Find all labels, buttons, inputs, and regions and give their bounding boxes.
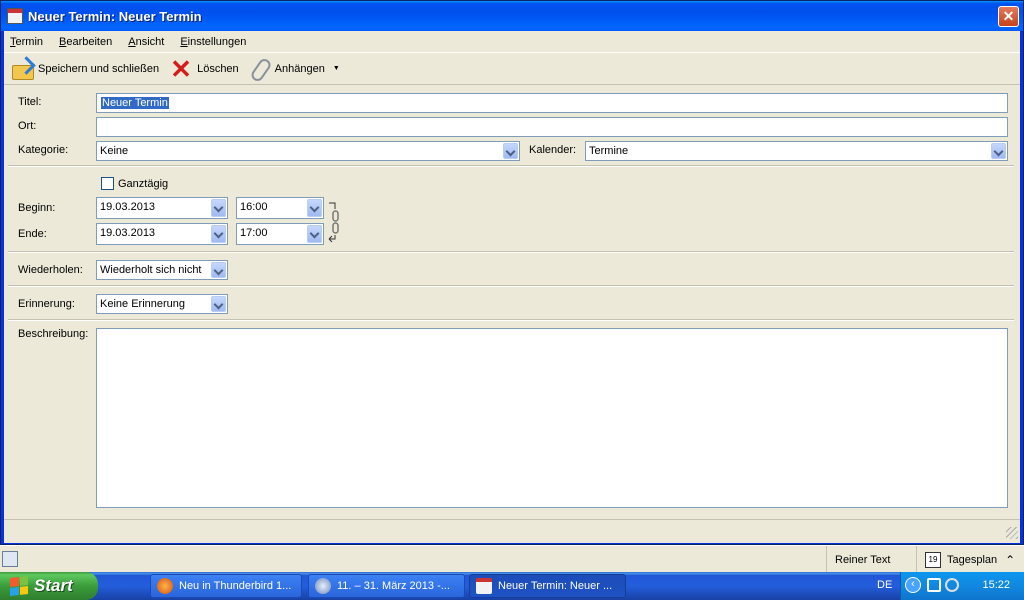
chevron-down-icon[interactable] [307, 225, 322, 243]
start-button[interactable]: Start [0, 572, 98, 600]
link-duration-icon[interactable] [327, 201, 343, 243]
menu-termin[interactable]: Termin [10, 36, 43, 48]
calendar-day-icon: 19 [925, 551, 941, 568]
delete-label: Löschen [197, 62, 239, 75]
clock[interactable]: 15:22 [982, 579, 1010, 591]
status-bar [4, 519, 1020, 541]
menu-einstellungen[interactable]: Einstellungen [180, 36, 246, 48]
chevron-down-icon[interactable] [211, 296, 226, 312]
title-input[interactable]: Neuer Termin [96, 93, 1008, 113]
attach-button[interactable]: Anhängen ▼ [247, 55, 342, 83]
save-and-close-button[interactable]: Speichern und schließen [8, 55, 161, 83]
description-label: Beschreibung: [18, 328, 89, 340]
category-select-value: Keine [100, 145, 129, 157]
plain-text-toggle[interactable]: Reiner Text [826, 546, 898, 573]
event-dialog-window: Neuer Termin: Neuer Termin ✕ Termin Bear… [0, 0, 1024, 545]
start-date-value: 19.03.2013 [100, 201, 156, 213]
calendar-icon [7, 8, 23, 24]
separator [8, 319, 1014, 321]
firefox-icon [157, 578, 173, 594]
taskbar-button-calendar-view[interactable]: 11. – 31. März 2013 -... [308, 574, 465, 598]
calendar-label: Kalender: [529, 144, 577, 156]
safely-remove-icon[interactable] [945, 578, 959, 592]
end-date-value: 19.03.2013 [100, 227, 156, 239]
windows-taskbar: Start Neu in Thunderbird 1... 11. – 31. … [0, 572, 1024, 600]
menu-bar: Termin Bearbeiten Ansicht Einstellungen [4, 31, 1020, 53]
network-icon[interactable] [927, 578, 941, 592]
taskbar-button-new-event[interactable]: Neuer Termin: Neuer ... [469, 574, 626, 598]
calendar-icon [476, 578, 492, 594]
chevron-down-icon[interactable] [211, 225, 226, 243]
chevron-down-icon[interactable] [991, 143, 1006, 159]
chevron-left-icon[interactable]: ‹ [905, 577, 921, 593]
menu-ansicht[interactable]: Ansicht [128, 36, 164, 48]
plain-text-label: Reiner Text [835, 553, 891, 566]
resize-grip-icon[interactable] [1006, 527, 1018, 539]
reminder-select-value: Keine Erinnerung [100, 298, 186, 310]
taskbar-button-thunderbird-news[interactable]: Neu in Thunderbird 1... [150, 574, 302, 598]
title-input-value: Neuer Termin [101, 97, 169, 109]
repeat-select-value: Wiederholt sich nicht [100, 264, 202, 276]
thunderbird-icon [315, 578, 331, 594]
chevron-up-icon[interactable]: ⌃ [1005, 553, 1015, 567]
repeat-select[interactable]: Wiederholt sich nicht [96, 260, 228, 280]
end-label: Ende: [18, 228, 47, 240]
menu-bearbeiten[interactable]: Bearbeiten [59, 36, 112, 48]
save-icon [10, 59, 34, 80]
calendar-status-strip: Reiner Text 19 Tagesplan ⌃ [0, 545, 1024, 573]
category-select[interactable]: Keine [96, 141, 520, 161]
calendar-select[interactable]: Termine [585, 141, 1008, 161]
chevron-down-icon[interactable] [503, 143, 518, 159]
save-and-close-label: Speichern und schließen [38, 62, 160, 75]
separator [8, 251, 1014, 253]
repeat-label: Wiederholen: [18, 264, 83, 276]
agenda-toggle[interactable]: 19 Tagesplan ⌃ [916, 546, 1024, 573]
delete-button[interactable]: ✕ Löschen [167, 55, 241, 83]
task-label: Neuer Termin: Neuer ... [498, 580, 613, 592]
start-label: Beginn: [18, 202, 56, 214]
reminder-label: Erinnerung: [18, 298, 75, 310]
calendar-select-value: Termine [589, 145, 629, 157]
language-indicator[interactable]: DE [877, 579, 892, 591]
system-tray: DE ‹ 15:22 [877, 572, 1024, 600]
reminder-select[interactable]: Keine Erinnerung [96, 294, 228, 314]
dialog-client-area: Termin Bearbeiten Ansicht Einstellungen … [4, 31, 1020, 543]
windows-logo-icon [10, 576, 28, 596]
start-label: Start [34, 576, 73, 595]
allday-checkbox[interactable] [101, 177, 114, 190]
attach-label: Anhängen [274, 62, 325, 75]
online-status-icon[interactable] [2, 551, 18, 567]
end-date-picker[interactable]: 19.03.2013 [96, 223, 228, 245]
close-button[interactable]: ✕ [998, 6, 1019, 27]
category-label: Kategorie: [18, 144, 69, 156]
description-textarea[interactable] [96, 328, 1008, 508]
location-input[interactable] [96, 117, 1008, 137]
separator [8, 285, 1014, 287]
task-label: 11. – 31. März 2013 -... [337, 580, 450, 592]
chevron-down-icon[interactable] [211, 199, 226, 217]
separator [8, 165, 1014, 167]
end-time-picker[interactable]: 17:00 [236, 223, 324, 245]
task-label: Neu in Thunderbird 1... [179, 580, 292, 592]
allday-label: Ganztägig [118, 178, 169, 190]
chevron-down-icon[interactable] [211, 262, 226, 278]
start-time-value: 16:00 [240, 201, 268, 213]
location-label: Ort: [18, 120, 37, 132]
chevron-down-icon[interactable] [307, 199, 322, 217]
toolbar: Speichern und schließen ✕ Löschen Anhäng… [4, 53, 1020, 85]
window-title: Neuer Termin: Neuer Termin [28, 8, 202, 24]
end-time-value: 17:00 [240, 227, 268, 239]
start-time-picker[interactable]: 16:00 [236, 197, 324, 219]
delete-x-icon: ✕ [170, 53, 192, 84]
paperclip-icon [249, 57, 271, 81]
title-bar[interactable]: Neuer Termin: Neuer Termin ✕ [1, 1, 1023, 31]
title-label: Titel: [18, 96, 42, 108]
attach-dropdown-arrow-icon[interactable]: ▼ [333, 65, 340, 72]
agenda-label: Tagesplan [947, 553, 998, 566]
start-date-picker[interactable]: 19.03.2013 [96, 197, 228, 219]
